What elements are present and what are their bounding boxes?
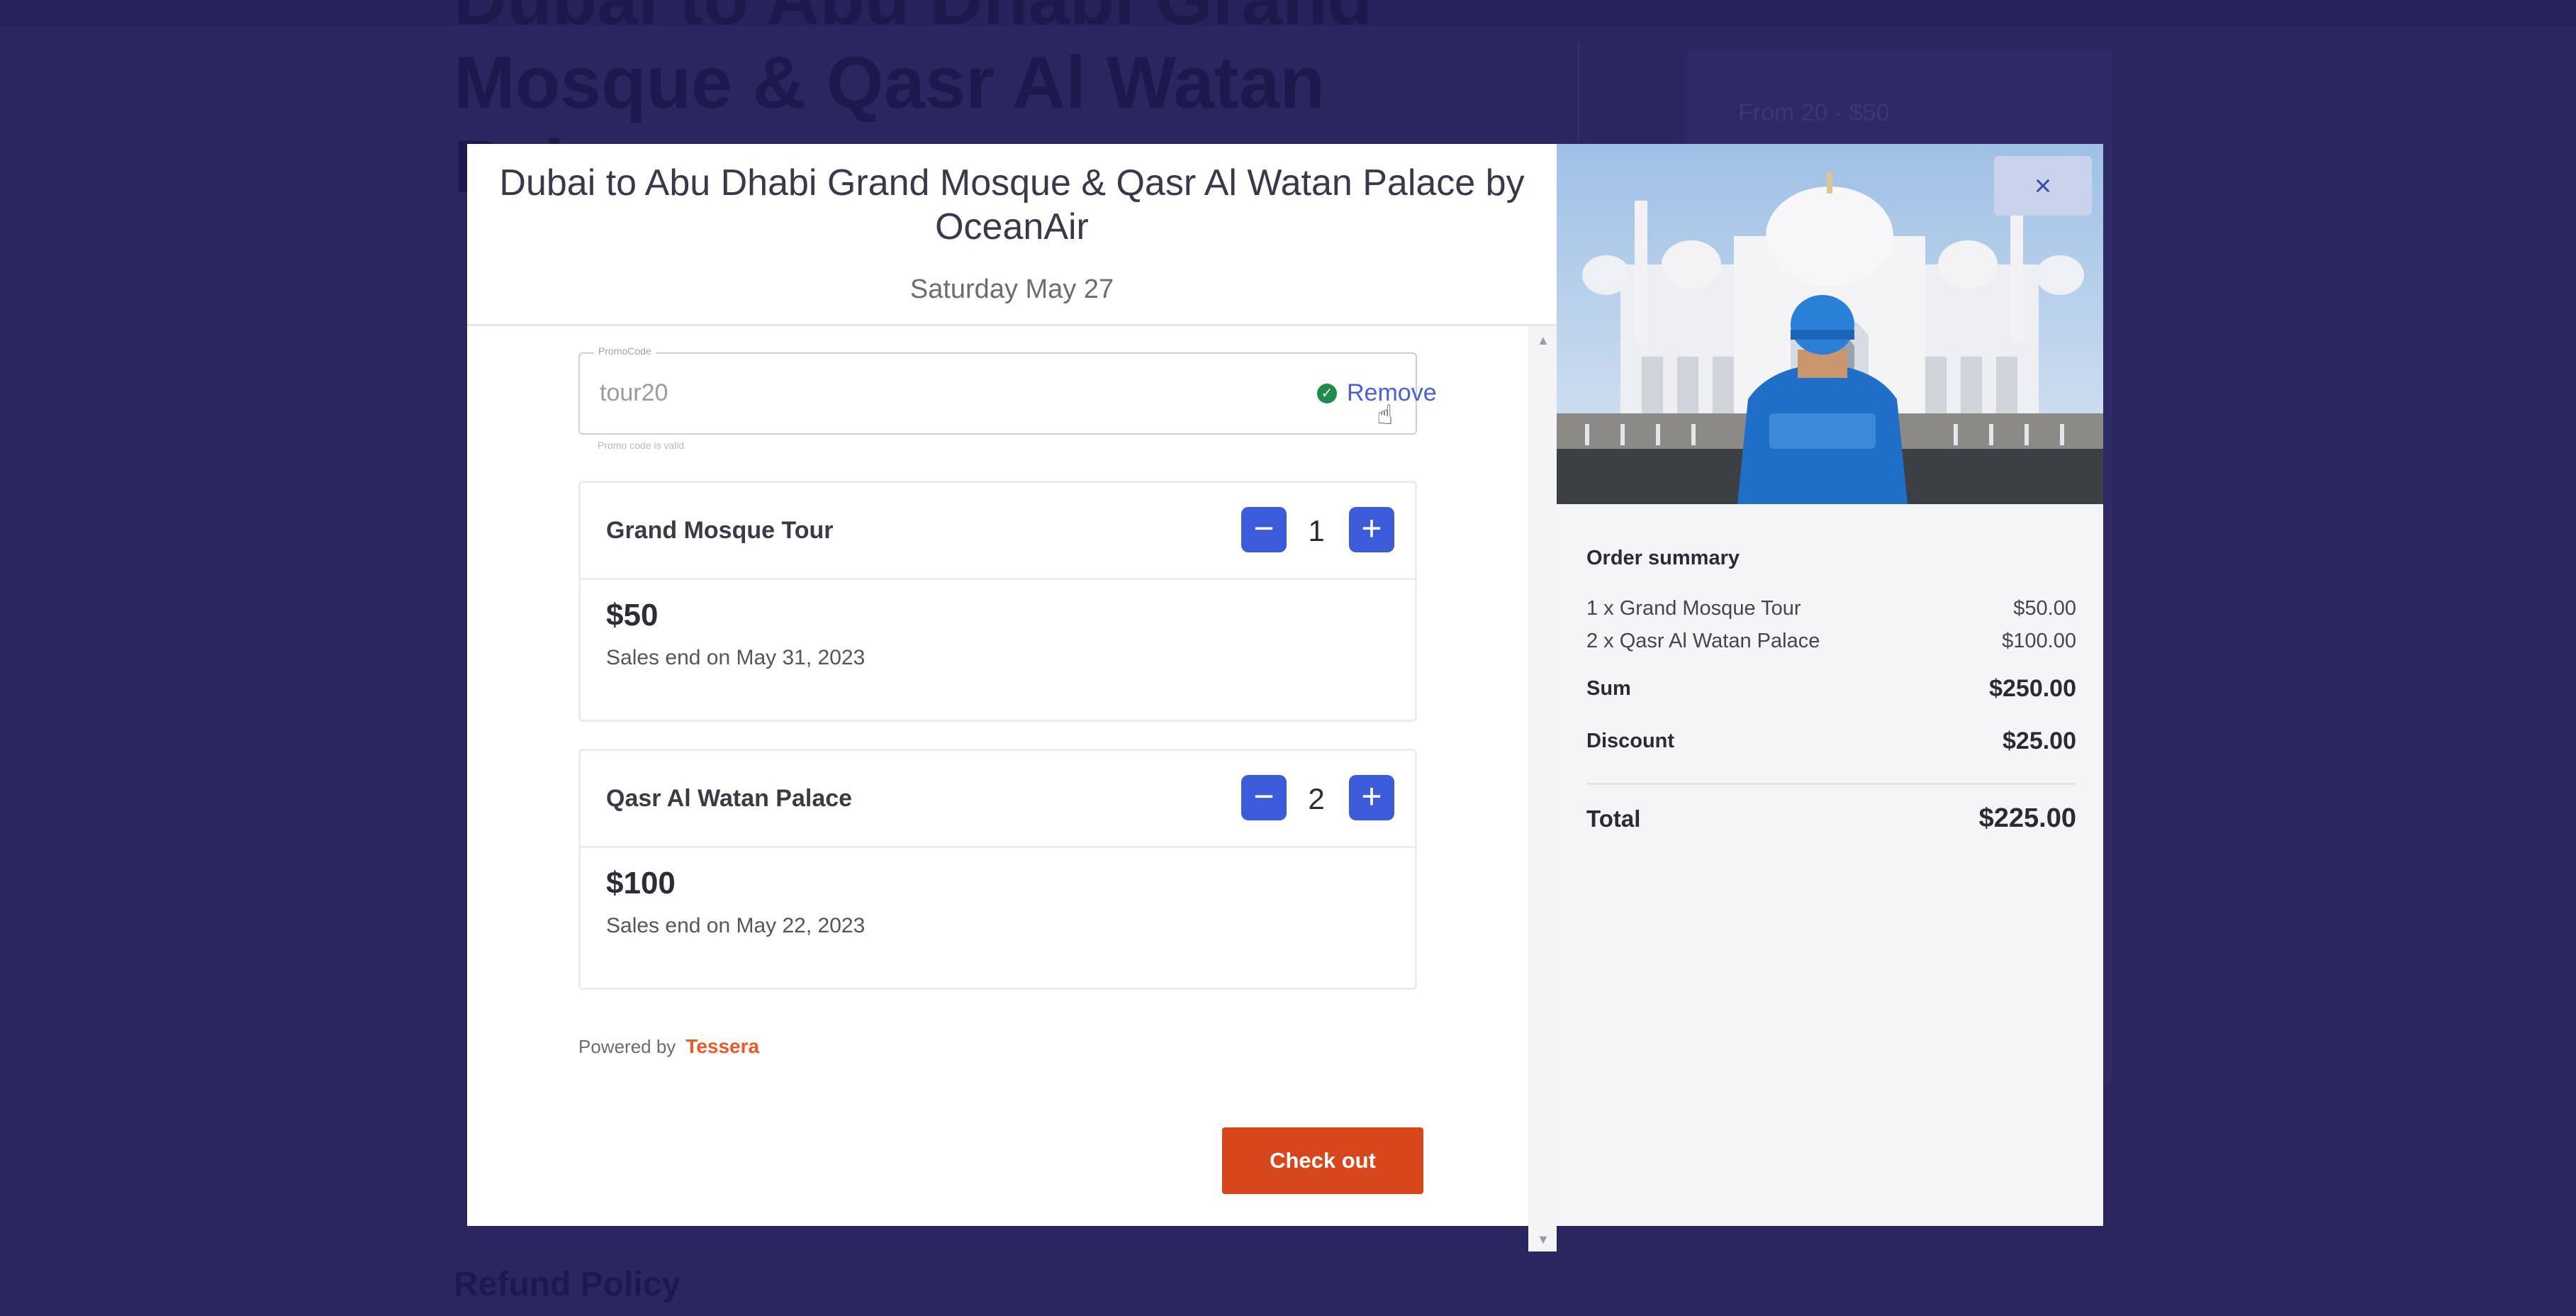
decrease-quantity-button[interactable]: − bbox=[1241, 775, 1287, 820]
summary-line-amount: $100.00 bbox=[2002, 630, 2076, 652]
promo-code-value[interactable]: tour20 bbox=[600, 379, 668, 407]
ticket-card: Grand Mosque Tour − 1 + $50 Sales end on… bbox=[578, 481, 1417, 722]
tour-hero-image: × bbox=[1557, 144, 2103, 504]
brand-logo[interactable]: Tessera bbox=[685, 1035, 759, 1057]
powered-by-label: Powered by bbox=[578, 1036, 676, 1057]
checkout-button[interactable]: Check out bbox=[1222, 1127, 1423, 1194]
sum-amount: $250.00 bbox=[1989, 674, 2076, 702]
ticket-quantity: 1 bbox=[1308, 514, 1325, 547]
discount-label: Discount bbox=[1586, 729, 1675, 752]
summary-line: 2 x Qasr Al Watan Palace $100.00 bbox=[1586, 630, 2076, 662]
close-button[interactable]: × bbox=[1994, 156, 2092, 216]
ticket-sales-end: Sales end on May 31, 2023 bbox=[606, 646, 866, 669]
powered-by: Powered by Tessera bbox=[578, 1035, 759, 1058]
background-refund-heading: Refund Policy bbox=[454, 1266, 681, 1303]
sum-label: Sum bbox=[1586, 676, 1631, 700]
modal-right-panel: × Order summary 1 x Grand Mosque Tour $5… bbox=[1557, 144, 2103, 1226]
scrollbar[interactable]: ▲ ▼ bbox=[1528, 326, 1557, 1251]
summary-line-amount: $50.00 bbox=[2013, 597, 2076, 620]
ticket-quantity: 2 bbox=[1308, 782, 1325, 815]
ticket-scroll-area[interactable]: PromoCode tour20 ✓ Remove ☝ Promo code i… bbox=[467, 326, 1557, 1251]
summary-line-label: 2 x Qasr Al Watan Palace bbox=[1586, 630, 1820, 652]
ticket-card: Qasr Al Watan Palace − 2 + $100 Sales en… bbox=[578, 749, 1417, 990]
ticket-header: Qasr Al Watan Palace − 2 + bbox=[581, 751, 1415, 848]
discount-amount: $25.00 bbox=[2003, 727, 2076, 754]
discount-row: Discount $25.00 bbox=[1586, 715, 2076, 767]
ticket-price: $100 bbox=[606, 866, 676, 900]
scroll-down-arrow-icon[interactable]: ▼ bbox=[1537, 1232, 1550, 1247]
modal-left-panel: Dubai to Abu Dhabi Grand Mosque & Qasr A… bbox=[467, 144, 1557, 1251]
ticket-name: Grand Mosque Tour bbox=[606, 517, 834, 544]
background-divider bbox=[1577, 43, 1579, 142]
background-price: From 20 - $50 bbox=[1738, 99, 1890, 126]
total-label: Total bbox=[1586, 805, 1641, 832]
increase-quantity-button[interactable]: + bbox=[1349, 507, 1394, 552]
increase-quantity-button[interactable]: + bbox=[1349, 775, 1394, 820]
summary-line-label: 1 x Grand Mosque Tour bbox=[1586, 597, 1801, 620]
total-amount: $225.00 bbox=[1978, 803, 2076, 833]
promo-code-label: PromoCode bbox=[594, 345, 656, 357]
promo-code-field[interactable]: PromoCode tour20 ✓ Remove ☝ bbox=[578, 345, 1437, 435]
checkout-modal: Dubai to Abu Dhabi Grand Mosque & Qasr A… bbox=[467, 144, 2103, 1251]
modal-title: Dubai to Abu Dhabi Grand Mosque & Qasr A… bbox=[499, 162, 1525, 247]
summary-divider bbox=[1586, 783, 2076, 785]
ticket-header: Grand Mosque Tour − 1 + bbox=[581, 483, 1415, 580]
order-summary: Order summary 1 x Grand Mosque Tour $50.… bbox=[1586, 547, 2076, 834]
summary-line: 1 x Grand Mosque Tour $50.00 bbox=[1586, 597, 2076, 630]
promo-code-hint: Promo code is valid bbox=[598, 440, 685, 451]
total-row: Total $225.00 bbox=[1586, 803, 2076, 834]
ticket-name: Qasr Al Watan Palace bbox=[606, 785, 853, 812]
event-date: Saturday May 27 bbox=[909, 274, 1114, 304]
ticket-sales-end: Sales end on May 22, 2023 bbox=[606, 914, 866, 937]
order-summary-title: Order summary bbox=[1586, 547, 1740, 569]
scroll-up-arrow-icon[interactable]: ▲ bbox=[1537, 333, 1550, 348]
decrease-quantity-button[interactable]: − bbox=[1241, 507, 1287, 552]
modal-header: Dubai to Abu Dhabi Grand Mosque & Qasr A… bbox=[467, 144, 1557, 326]
ticket-price: $50 bbox=[606, 598, 659, 632]
check-circle-icon: ✓ bbox=[1317, 384, 1337, 403]
sum-row: Sum $250.00 bbox=[1586, 662, 2076, 715]
pointer-cursor-icon: ☝ bbox=[1377, 401, 1394, 430]
